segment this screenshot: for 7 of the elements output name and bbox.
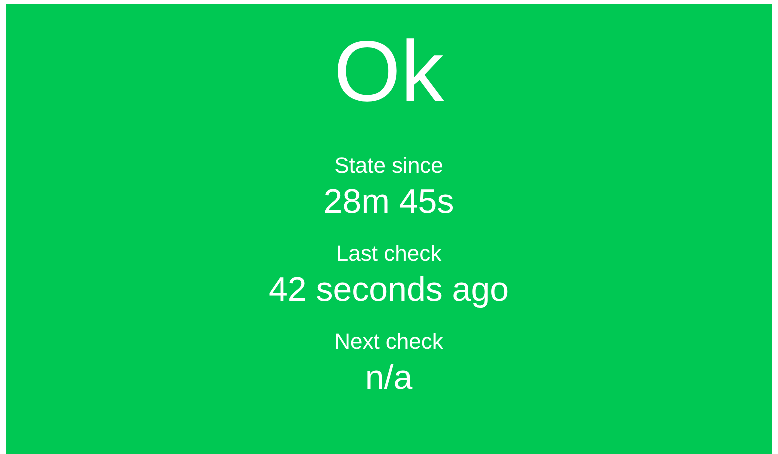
field-value: 42 seconds ago xyxy=(268,270,510,311)
field-label: Last check xyxy=(336,240,442,268)
field-value: 28m 45s xyxy=(324,182,454,223)
field-value: n/a xyxy=(365,358,413,399)
field-label: Next check xyxy=(334,328,444,356)
status-text: Ok xyxy=(334,23,444,122)
field-label: State since xyxy=(334,152,444,180)
